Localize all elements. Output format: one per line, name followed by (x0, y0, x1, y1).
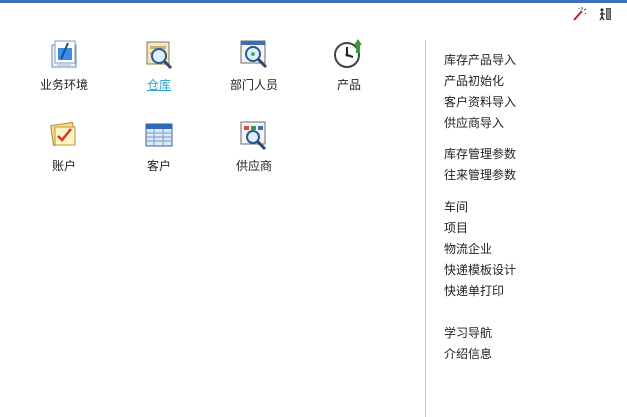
tile-label: 供应商 (235, 159, 272, 173)
magic-wand-icon[interactable] (571, 6, 587, 22)
top-toolbar (571, 6, 613, 22)
link-express-template-design[interactable]: 快递模板设计 (444, 260, 516, 281)
tile-label: 账户 (51, 159, 76, 173)
tile-label: 部门人员 (229, 78, 278, 92)
tile-label: 仓库 (146, 78, 171, 92)
warehouse-icon (146, 41, 173, 70)
link-workshop[interactable]: 车间 (444, 197, 516, 218)
tile-customer[interactable]: 客户 (114, 118, 204, 184)
link-import-customer-data[interactable]: 客户资料导入 (444, 92, 516, 113)
link-product-initialization[interactable]: 产品初始化 (444, 71, 516, 92)
tile-account[interactable]: 账户 (19, 118, 109, 184)
account-icon (50, 122, 76, 146)
quick-links-panel: 库存产品导入 产品初始化 客户资料导入 供应商导入 库存管理参数 往来管理参数 … (425, 40, 627, 417)
business-environment-icon (51, 40, 77, 68)
panel-group-misc: 车间 项目 物流企业 快递模板设计 快递单打印 (444, 197, 516, 302)
tile-warehouse[interactable]: 仓库 (114, 37, 204, 103)
tile-label: 客户 (146, 159, 171, 173)
exit-door-icon[interactable] (597, 6, 613, 22)
tile-product[interactable]: 产品 (304, 37, 394, 103)
tile-supplier[interactable]: 供应商 (209, 118, 299, 184)
tile-label: 业务环境 (39, 78, 88, 92)
link-introduction[interactable]: 介绍信息 (444, 344, 492, 365)
link-project[interactable]: 项目 (444, 218, 516, 239)
module-grid: 业务环境 仓库 部门人员 产品 账户 客户 供应商 (0, 0, 420, 417)
link-logistics-company[interactable]: 物流企业 (444, 239, 516, 260)
tile-label: 产品 (336, 78, 361, 92)
link-learning-guide[interactable]: 学习导航 (444, 323, 492, 344)
customer-icon (145, 123, 173, 147)
tile-department-staff[interactable]: 部门人员 (209, 37, 299, 103)
panel-group-help: 学习导航 介绍信息 (444, 323, 492, 365)
supplier-icon (240, 121, 267, 151)
product-clock-icon (334, 39, 362, 68)
link-express-waybill-print[interactable]: 快递单打印 (444, 281, 516, 302)
tile-business-environment[interactable]: 业务环境 (19, 37, 109, 103)
department-staff-icon (240, 40, 268, 69)
panel-group-import: 库存产品导入 产品初始化 客户资料导入 供应商导入 (444, 50, 516, 134)
panel-group-params: 库存管理参数 往来管理参数 (444, 144, 516, 186)
link-import-stock-products[interactable]: 库存产品导入 (444, 50, 516, 71)
link-import-suppliers[interactable]: 供应商导入 (444, 113, 516, 134)
link-inventory-params[interactable]: 库存管理参数 (444, 144, 516, 165)
link-transactions-params[interactable]: 往来管理参数 (444, 165, 516, 186)
